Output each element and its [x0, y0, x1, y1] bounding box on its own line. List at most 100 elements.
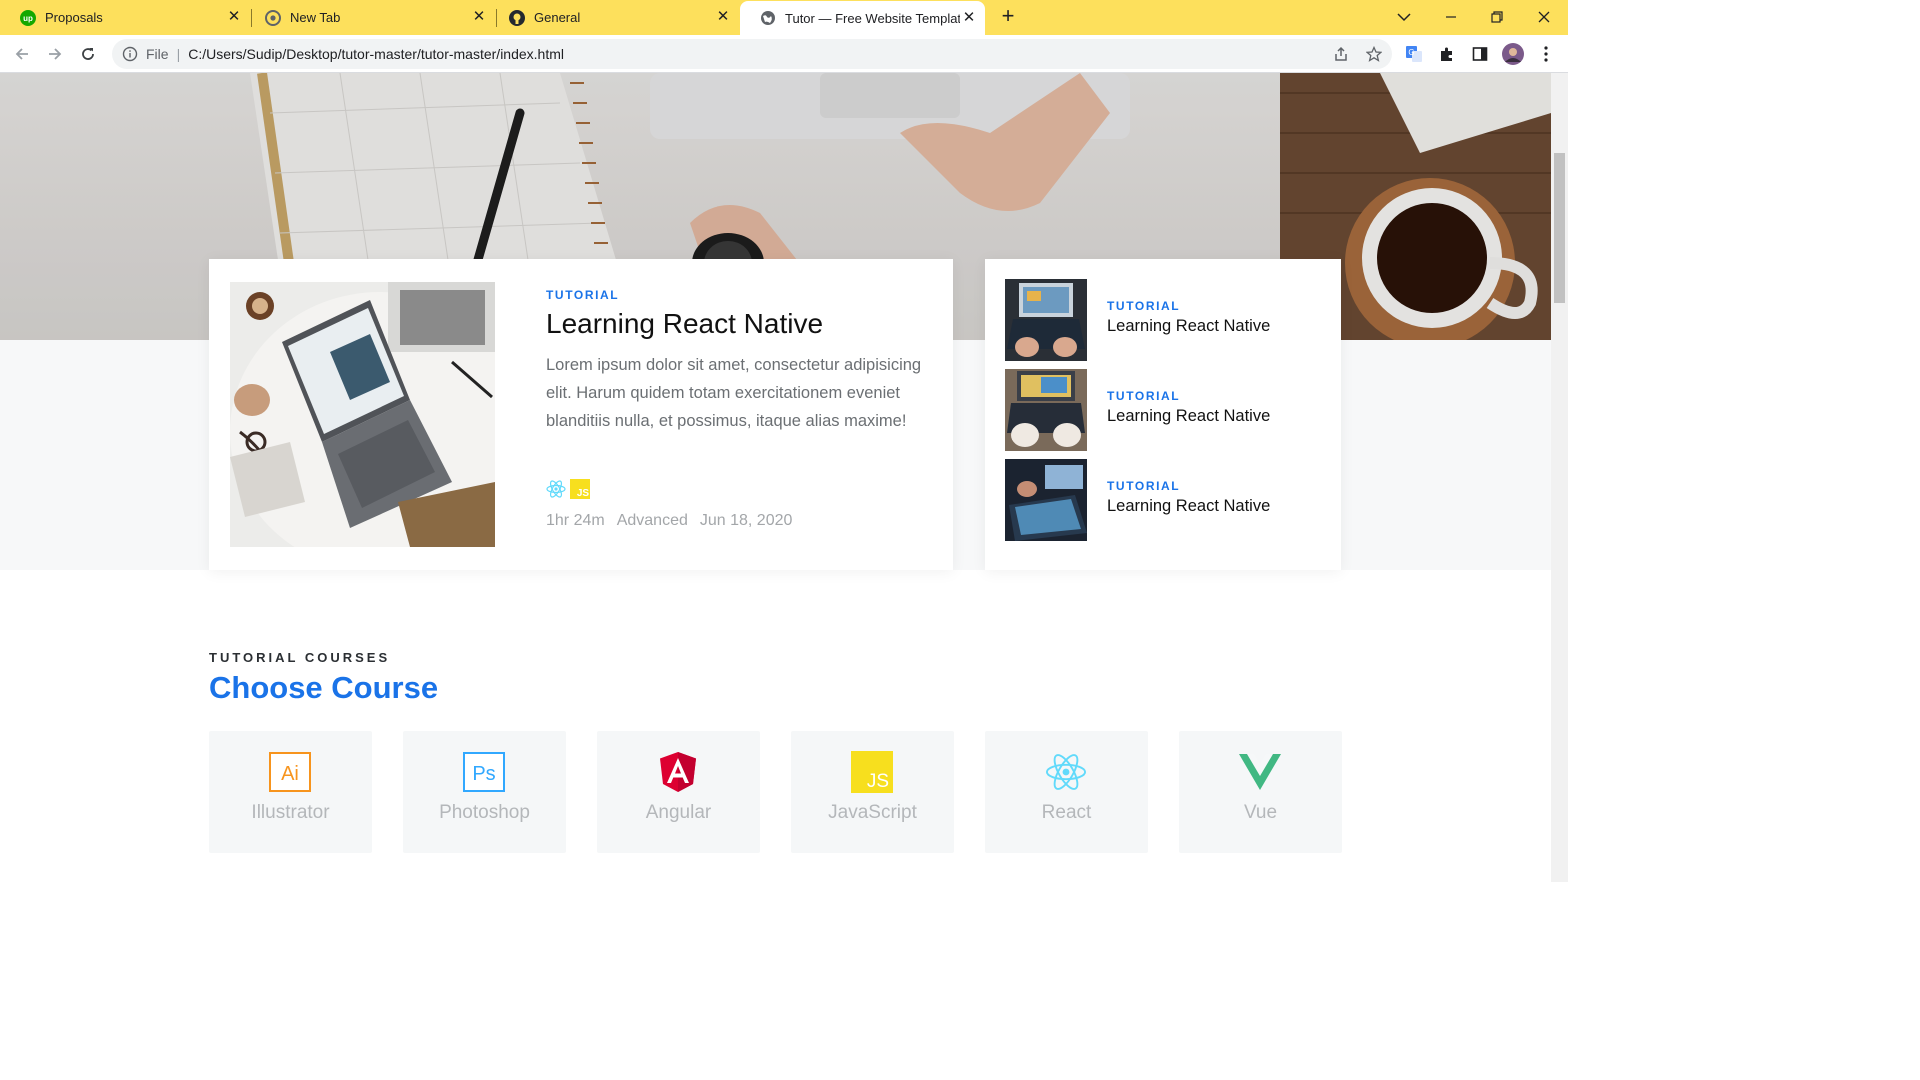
- svg-text:up: up: [23, 14, 33, 23]
- course-card-illustrator[interactable]: Ai Illustrator: [209, 731, 372, 853]
- forward-button[interactable]: [44, 43, 66, 65]
- chevron-down-icon: [1397, 12, 1411, 21]
- post-category: TUTORIAL: [1107, 389, 1181, 403]
- post-title[interactable]: Learning React Native: [1107, 317, 1270, 336]
- upwork-icon: up: [20, 9, 36, 26]
- course-label: React: [1041, 802, 1092, 823]
- arrow-left-icon: [15, 48, 28, 60]
- course-card-photoshop[interactable]: Ps Photoshop: [403, 731, 566, 853]
- reload-icon: [82, 48, 94, 60]
- post-title[interactable]: Learning React Native: [1107, 407, 1270, 426]
- post-date: Jun 18, 2020: [699, 512, 793, 529]
- share-button[interactable]: [1330, 43, 1352, 65]
- new-tab-button[interactable]: +: [996, 5, 1020, 29]
- javascript-icon: JS: [851, 751, 893, 793]
- star-icon: [1366, 46, 1382, 62]
- browser-toolbar: File | C:/Users/Sudip/Desktop/tutor-mast…: [0, 35, 1568, 73]
- laptop-photo: [230, 282, 495, 547]
- share-icon: [1335, 46, 1347, 61]
- close-icon[interactable]: ✕: [715, 9, 731, 25]
- page-viewport: TUTORIAL Learning React Native Lorem ips…: [0, 73, 1551, 882]
- divider: |: [176, 46, 181, 62]
- course-card-vue[interactable]: Vue: [1179, 731, 1342, 853]
- post-category: TUTORIAL: [1107, 479, 1181, 493]
- post-category: TUTORIAL: [1107, 299, 1181, 313]
- tech-tags: JS: [546, 479, 590, 499]
- laptop-typing-photo: [1005, 279, 1087, 361]
- restore-icon: [1491, 10, 1503, 23]
- menu-button[interactable]: [1535, 43, 1557, 65]
- post-category: TUTORIAL: [546, 288, 620, 302]
- scrollbar-thumb[interactable]: [1554, 153, 1565, 303]
- restore-button[interactable]: [1474, 0, 1520, 33]
- tab-proposals[interactable]: up Proposals ✕: [0, 0, 250, 35]
- post-thumbnail[interactable]: [1005, 459, 1087, 541]
- course-label: Vue: [1243, 802, 1278, 823]
- post-title[interactable]: Learning React Native: [1107, 497, 1270, 516]
- puzzle-icon: [1441, 47, 1452, 61]
- close-icon[interactable]: ✕: [226, 9, 242, 25]
- vertical-scrollbar[interactable]: [1551, 73, 1568, 882]
- angular-icon: [657, 751, 699, 793]
- svg-text:JS: JS: [577, 488, 590, 499]
- translate-extension-button[interactable]: G: [1403, 43, 1425, 65]
- close-window-button[interactable]: [1521, 0, 1567, 33]
- post-meta: 1hr 24m Advanced Jun 18, 2020: [546, 512, 792, 530]
- tablet-drawing-photo: [1005, 459, 1087, 541]
- tab-label: New Tab: [290, 10, 341, 25]
- chrome-icon: [265, 9, 281, 26]
- section-eyebrow: TUTORIAL COURSES: [209, 650, 391, 665]
- extensions-button[interactable]: [1436, 43, 1458, 65]
- url-scheme: File: [146, 46, 169, 62]
- list-item[interactable]: TUTORIAL Learning React Native: [1005, 279, 1325, 361]
- arrow-right-icon: [49, 48, 62, 60]
- course-label: Angular: [645, 802, 712, 823]
- kebab-menu-icon: [1544, 46, 1548, 62]
- course-card-angular[interactable]: Angular: [597, 731, 760, 853]
- post-title[interactable]: Learning React Native: [546, 308, 823, 340]
- post-thumbnail[interactable]: [1005, 279, 1087, 361]
- list-item[interactable]: TUTORIAL Learning React Native: [1005, 459, 1325, 541]
- google-translate-icon: G: [1406, 46, 1422, 62]
- close-icon[interactable]: ✕: [961, 10, 977, 26]
- illustrator-icon: Ai: [269, 751, 311, 793]
- list-item[interactable]: TUTORIAL Learning React Native: [1005, 369, 1325, 451]
- back-button[interactable]: [11, 43, 33, 65]
- address-bar[interactable]: File | C:/Users/Sudip/Desktop/tutor-mast…: [112, 39, 1392, 69]
- post-excerpt: Lorem ipsum dolor sit amet, consectetur …: [546, 356, 922, 430]
- react-icon: [1045, 751, 1087, 793]
- course-card-javascript[interactable]: JS JavaScript: [791, 731, 954, 853]
- section-title: Choose Course: [209, 670, 439, 705]
- laptop-typing-photo: [1005, 369, 1087, 451]
- sidepanel-button[interactable]: [1469, 43, 1491, 65]
- course-card-react[interactable]: React: [985, 731, 1148, 853]
- featured-post-card[interactable]: TUTORIAL Learning React Native Lorem ips…: [209, 259, 953, 570]
- vue-icon: [1239, 751, 1281, 793]
- info-icon[interactable]: [122, 46, 138, 62]
- tab-tutor[interactable]: Tutor — Free Website Template ✕: [740, 1, 985, 35]
- svg-text:G: G: [1408, 48, 1414, 57]
- tab-search-button[interactable]: [1381, 0, 1427, 33]
- bookmark-button[interactable]: [1363, 43, 1385, 65]
- close-icon[interactable]: ✕: [471, 9, 487, 25]
- course-label: Illustrator: [251, 802, 330, 823]
- photoshop-icon: Ps: [463, 751, 505, 793]
- svg-text:Ps: Ps: [472, 763, 495, 785]
- tab-general[interactable]: General ✕: [489, 0, 739, 35]
- tab-label: Tutor — Free Website Template: [785, 10, 960, 26]
- tab-label: General: [534, 10, 581, 25]
- svg-text:Ai: Ai: [281, 763, 299, 785]
- tab-strip: up Proposals ✕ New Tab ✕ General ✕ Tutor…: [0, 0, 1568, 35]
- post-duration: 1hr 24m: [546, 512, 605, 529]
- sidepanel-icon: [1472, 47, 1488, 61]
- profile-button[interactable]: [1501, 43, 1525, 65]
- post-thumbnail[interactable]: [1005, 369, 1087, 451]
- tab-new-tab[interactable]: New Tab ✕: [245, 0, 495, 35]
- github-icon: [509, 9, 525, 26]
- avatar: [1502, 43, 1524, 65]
- minimize-button[interactable]: [1428, 0, 1474, 33]
- featured-post-image[interactable]: [230, 282, 495, 547]
- reload-button[interactable]: [77, 43, 99, 65]
- url-text[interactable]: C:/Users/Sudip/Desktop/tutor-master/tuto…: [188, 46, 564, 62]
- minimize-icon: [1446, 15, 1456, 18]
